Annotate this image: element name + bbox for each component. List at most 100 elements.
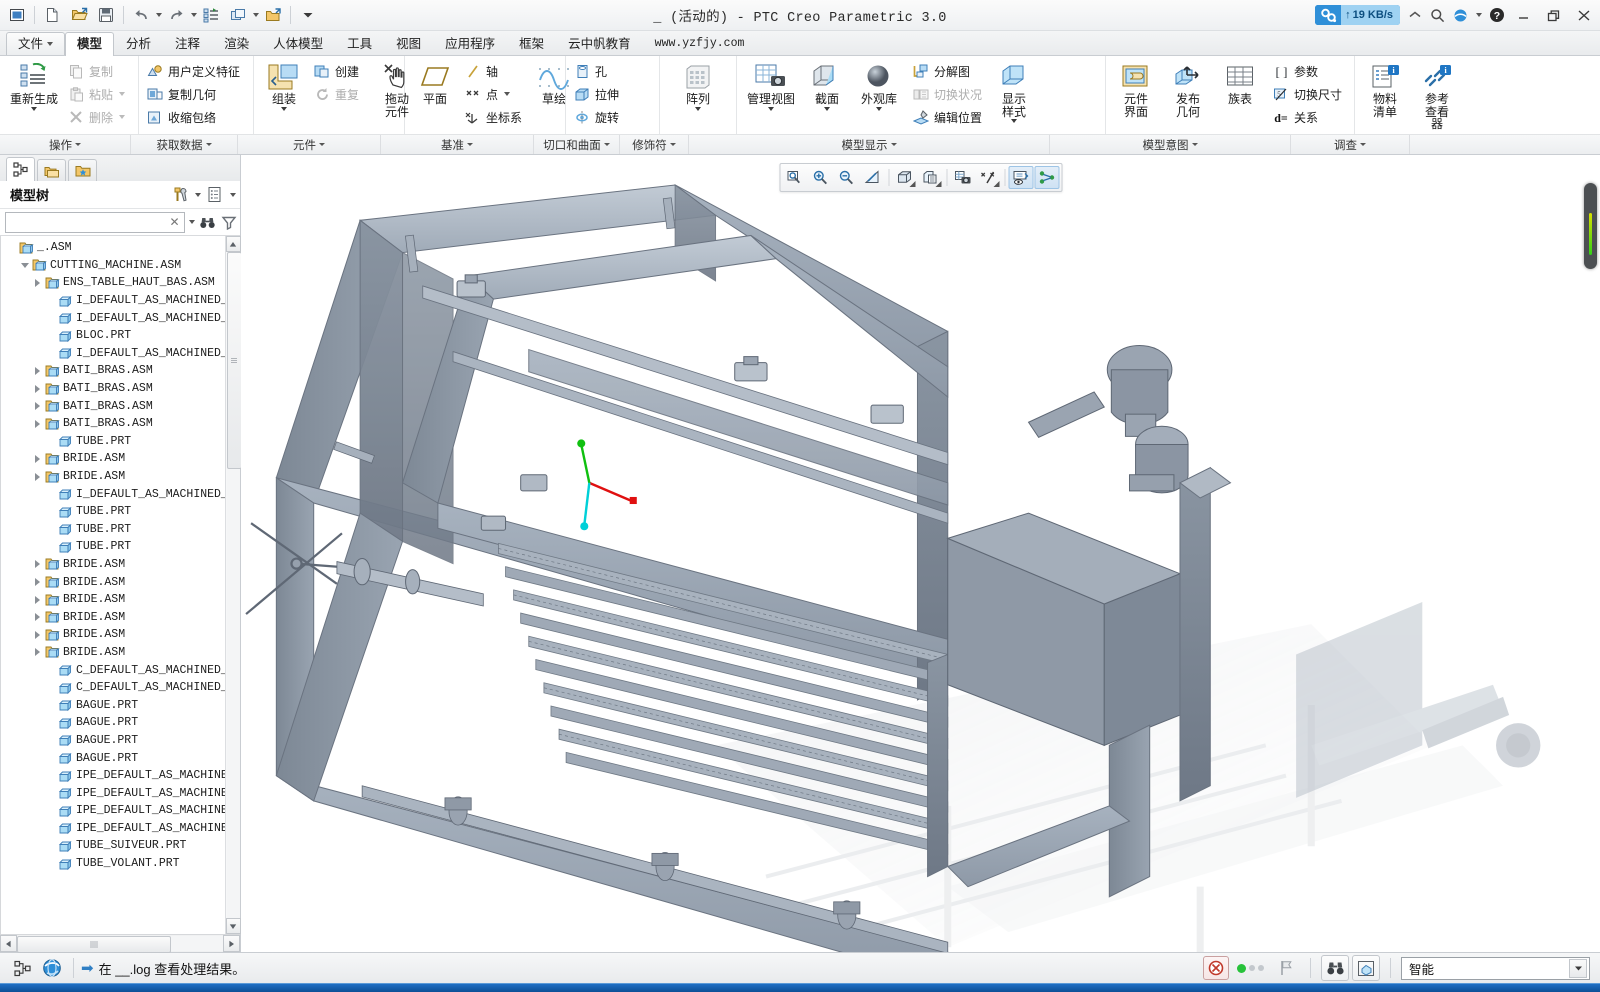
network-speed-widget[interactable]: ↑ 19 KB/s [1315, 5, 1400, 25]
binoculars-icon[interactable] [198, 211, 217, 233]
help-question-icon[interactable]: ? [1488, 8, 1505, 23]
dropdown-corner-arrow[interactable] [909, 181, 915, 187]
chevron-right-icon[interactable] [31, 644, 44, 661]
relations-button[interactable]: d= 关系 [1269, 106, 1348, 128]
family-table-button[interactable]: 族表 [1214, 58, 1266, 107]
create-button[interactable]: 创建 [310, 60, 365, 82]
tree-node[interactable]: ENS_TABLE_HAUT_BAS.ASM [1, 274, 225, 292]
search-options-caret[interactable] [189, 220, 195, 224]
window-icon[interactable] [4, 2, 30, 28]
hole-button[interactable]: 孔 [570, 60, 625, 82]
tree-node[interactable]: TUBE_VOLANT.PRT [1, 855, 225, 873]
model-box-icon[interactable] [1352, 955, 1380, 981]
extrude-button[interactable]: 拉伸 [570, 83, 625, 105]
redo-dropdown-caret[interactable] [191, 13, 197, 17]
h-scroll-thumb[interactable] [17, 936, 171, 953]
tree-node[interactable]: I_DEFAULT_AS_MACHINED_.PR [1, 345, 225, 363]
tree-tools-caret[interactable] [195, 192, 201, 197]
graphics-viewport[interactable] [241, 155, 1600, 952]
copy-button[interactable]: 复制 [64, 60, 131, 82]
chevron-right-icon[interactable] [31, 380, 44, 397]
customize-qat-button[interactable] [295, 2, 321, 28]
parameters-button[interactable]: [ ] 参数 [1269, 60, 1348, 82]
regenerate-caret[interactable] [31, 107, 37, 111]
list-doc-icon[interactable] [203, 183, 227, 206]
pattern-button[interactable]: 阵列 [672, 58, 724, 112]
hammer-wrench-icon[interactable] [168, 183, 192, 206]
tab-item-4[interactable]: 渲染 [212, 32, 261, 55]
assemble-caret[interactable] [281, 107, 287, 111]
group-dialog-caret[interactable] [319, 143, 325, 146]
saved-views-button[interactable] [918, 166, 943, 189]
tree-node[interactable]: IPE_DEFAULT_AS_MACHINED_ [1, 820, 225, 838]
datum-point-button[interactable]: 点 [461, 83, 528, 105]
dropdown-corner-arrow[interactable] [935, 181, 941, 187]
save-file-button[interactable] [93, 2, 119, 28]
h-scroll-track[interactable] [17, 936, 223, 953]
help-globe-icon[interactable] [1452, 8, 1469, 23]
refit-button[interactable] [782, 166, 807, 189]
regenerate-big-button[interactable]: 重新生成 [4, 58, 64, 112]
minimize-button[interactable] [1515, 8, 1532, 23]
undo-button[interactable] [128, 2, 154, 28]
search-input[interactable] [9, 214, 168, 230]
tab-item-7[interactable]: 视图 [384, 32, 433, 55]
tree-node[interactable]: TUBE.PRT [1, 521, 225, 539]
tab-item-10[interactable]: 云中帆教育 [556, 32, 643, 55]
tree-node[interactable]: BRIDE.ASM [1, 468, 225, 486]
paste-caret[interactable] [119, 92, 126, 96]
tree-node[interactable]: _.ASM [1, 239, 225, 257]
manage-views-button[interactable]: 管理视图 [741, 58, 801, 112]
group-dialog-caret[interactable] [75, 143, 81, 146]
tab-item-5[interactable]: 人体模型 [261, 32, 335, 55]
zoom-out-button[interactable] [834, 166, 859, 189]
tree-node[interactable]: C_DEFAULT_AS_MACHINED_.PR [1, 661, 225, 679]
redo-button[interactable] [163, 2, 189, 28]
paste-button[interactable]: 粘贴 [64, 83, 131, 105]
zoom-in-button[interactable] [808, 166, 833, 189]
revolve-button[interactable]: 旋转 [570, 106, 625, 128]
model-tree-tab[interactable] [6, 157, 35, 181]
datum-csys-button[interactable]: 坐标系 [461, 106, 528, 128]
folder-browser-tab[interactable] [37, 159, 66, 181]
edit-position-button[interactable]: 编辑位置 [909, 106, 988, 128]
chevron-right-icon[interactable] [31, 415, 44, 432]
tree-scroll-track[interactable] [226, 252, 242, 918]
assemble-button[interactable]: 组装 [258, 58, 310, 112]
spin-center-button[interactable] [1034, 166, 1059, 189]
chevron-right-icon[interactable] [31, 274, 44, 291]
open-file-button[interactable] [66, 2, 92, 28]
tree-node[interactable]: IPE_DEFAULT_AS_MACHINED_ [1, 767, 225, 785]
delete-button[interactable]: 删除 [64, 106, 131, 128]
chevron-right-icon[interactable] [31, 609, 44, 626]
tree-node[interactable]: TUBE.PRT [1, 433, 225, 451]
restore-button[interactable] [1545, 8, 1562, 23]
chevron-right-icon[interactable] [31, 398, 44, 415]
tab-file[interactable]: 文件 [6, 32, 66, 55]
tree-node[interactable]: BRIDE.ASM [1, 644, 225, 662]
datum-point-caret[interactable] [504, 92, 511, 96]
undo-dropdown-caret[interactable] [156, 13, 162, 17]
tree-node[interactable]: BATI_BRAS.ASM [1, 362, 225, 380]
search-icon[interactable] [1429, 8, 1446, 23]
tree-node[interactable]: BATI_BRAS.ASM [1, 380, 225, 398]
favorites-tab[interactable] [68, 159, 97, 181]
group-dialog-caret[interactable] [205, 143, 212, 146]
search-box[interactable]: ✕ [5, 211, 185, 233]
close-window-button[interactable] [260, 2, 286, 28]
tab-item-11[interactable]: www.yzfjy.com [643, 32, 757, 55]
tree-node[interactable]: CUTTING_MACHINE.ASM [1, 257, 225, 275]
shrinkwrap-button[interactable]: 收缩包络 [143, 106, 246, 128]
scroll-down-button[interactable] [225, 918, 241, 934]
group-label-1[interactable]: 获取数据 [131, 135, 238, 154]
new-file-button[interactable] [39, 2, 65, 28]
group-label-5[interactable]: 修饰符 [620, 135, 689, 154]
file-menu-caret[interactable] [47, 42, 54, 46]
tree-node[interactable]: BAGUE.PRT [1, 732, 225, 750]
tree-node[interactable]: TUBE.PRT [1, 538, 225, 556]
group-label-7[interactable]: 模型意图 [1050, 135, 1291, 154]
repaint-button[interactable] [860, 166, 885, 189]
tree-node[interactable]: BAGUE.PRT [1, 696, 225, 714]
copy-geometry-button[interactable]: 复制几何 [143, 83, 246, 105]
selection-filter-select[interactable]: 智能 [1401, 956, 1590, 980]
